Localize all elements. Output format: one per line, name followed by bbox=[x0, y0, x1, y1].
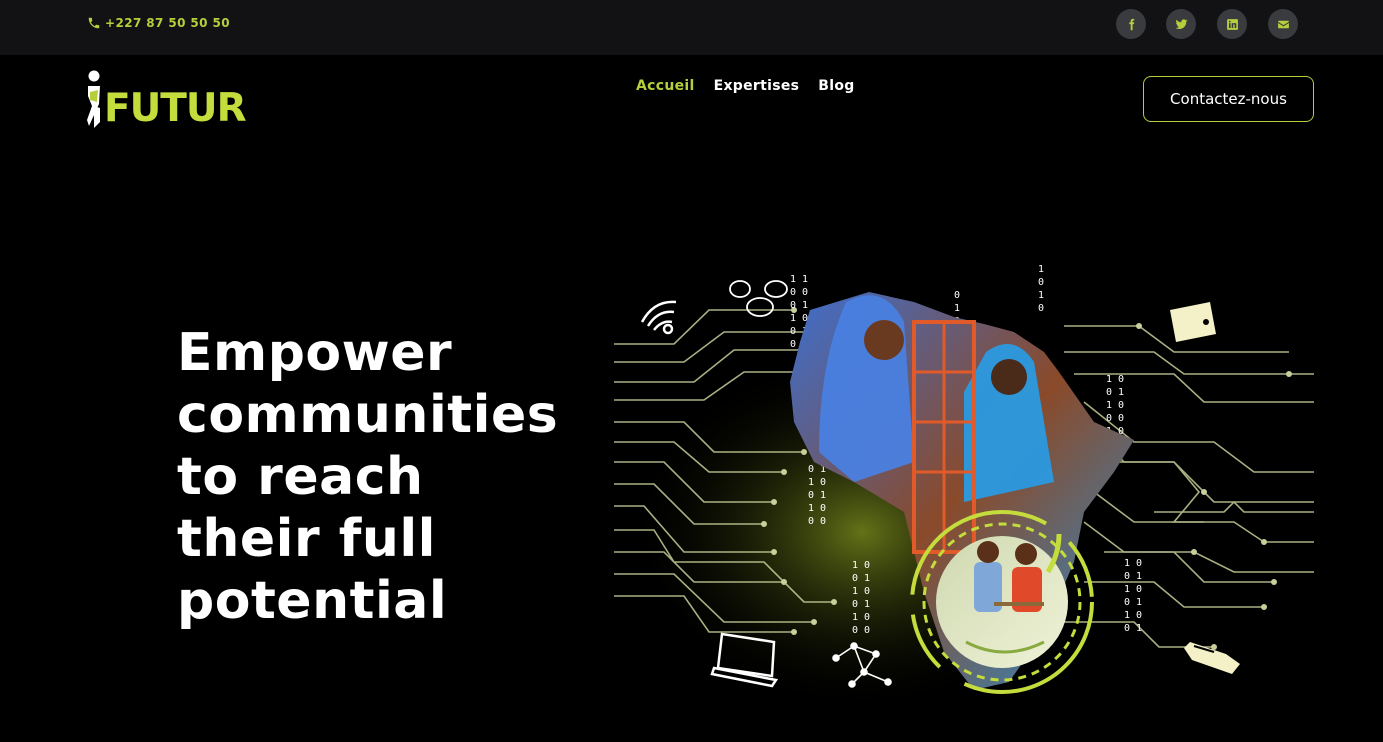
svg-text:1 0: 1 0 bbox=[1124, 610, 1142, 621]
svg-text:0 1: 0 1 bbox=[1106, 387, 1124, 398]
svg-text:0 1: 0 1 bbox=[790, 300, 808, 311]
svg-text:1 0: 1 0 bbox=[1106, 400, 1124, 411]
facebook-link[interactable] bbox=[1116, 9, 1146, 39]
phone-number: +227 87 50 50 50 bbox=[105, 16, 231, 30]
svg-text:0: 0 bbox=[954, 290, 960, 301]
svg-text:0 0: 0 0 bbox=[808, 516, 826, 527]
wifi-icon bbox=[640, 300, 677, 335]
logo-text: FUTUR bbox=[104, 86, 247, 131]
svg-text:0 1: 0 1 bbox=[852, 573, 870, 584]
hero-title-line: Empower bbox=[177, 323, 453, 383]
hero-illustration: 1 1 0 0 0 1 1 0 0 1 0 0 0 1 0 1 0 1 0 1 0 0 1 1 0 0 … bbox=[614, 264, 1314, 702]
phone-icon bbox=[88, 17, 100, 29]
svg-text:0 1: 0 1 bbox=[852, 599, 870, 610]
svg-text:1 0: 1 0 bbox=[790, 313, 808, 324]
svg-text:1 0: 1 0 bbox=[852, 612, 870, 623]
facebook-icon bbox=[1128, 18, 1134, 30]
svg-text:0: 0 bbox=[1038, 303, 1044, 314]
svg-text:1: 1 bbox=[1038, 264, 1044, 275]
svg-text:0 0: 0 0 bbox=[790, 287, 808, 298]
nav-item-expertises[interactable]: Expertises bbox=[714, 78, 800, 94]
hero-title-line: communities bbox=[177, 385, 559, 445]
nav-item-blog[interactable]: Blog bbox=[818, 78, 854, 94]
svg-text:1: 1 bbox=[954, 303, 960, 314]
linkedin-link[interactable] bbox=[1217, 9, 1247, 39]
hero-title-line: their full bbox=[177, 509, 437, 569]
nav-item-accueil[interactable]: Accueil bbox=[636, 78, 695, 94]
hero-title: Empower communities to reach their full … bbox=[177, 322, 597, 632]
hero-title-line: to reach bbox=[177, 447, 424, 507]
svg-text:0 0: 0 0 bbox=[1106, 413, 1124, 424]
linkedin-icon bbox=[1226, 18, 1238, 30]
contact-button[interactable]: Contactez-nous bbox=[1143, 76, 1314, 122]
logo-icon bbox=[87, 70, 100, 128]
wallet-icon bbox=[1170, 302, 1216, 342]
svg-text:0: 0 bbox=[1038, 277, 1044, 288]
svg-text:0 1: 0 1 bbox=[808, 490, 826, 501]
svg-text:1 0: 1 0 bbox=[852, 586, 870, 597]
svg-text:1 0: 1 0 bbox=[808, 503, 826, 514]
hero-title-line: potential bbox=[177, 571, 448, 631]
twitter-link[interactable] bbox=[1166, 9, 1196, 39]
svg-text:0 1: 0 1 bbox=[1124, 571, 1142, 582]
svg-text:1: 1 bbox=[1038, 290, 1044, 301]
svg-text:0 0: 0 0 bbox=[852, 625, 870, 636]
svg-text:1 0: 1 0 bbox=[852, 560, 870, 571]
svg-text:1 0: 1 0 bbox=[808, 477, 826, 488]
main-nav: Accueil Expertises Blog bbox=[636, 78, 855, 94]
twitter-icon bbox=[1175, 18, 1187, 29]
svg-text:0 1: 0 1 bbox=[1124, 623, 1142, 634]
svg-text:1 0: 1 0 bbox=[1124, 584, 1142, 595]
svg-text:1 1: 1 1 bbox=[790, 274, 808, 285]
svg-text:0 1: 0 1 bbox=[1124, 597, 1142, 608]
email-link[interactable] bbox=[1268, 9, 1298, 39]
svg-text:1 0: 1 0 bbox=[1106, 374, 1124, 385]
phone-contact[interactable]: +227 87 50 50 50 bbox=[87, 16, 230, 30]
top-bar: +227 87 50 50 50 bbox=[0, 0, 1383, 55]
logo[interactable]: FUTUR bbox=[86, 70, 247, 131]
svg-text:1 0: 1 0 bbox=[1124, 558, 1142, 569]
email-icon bbox=[1277, 20, 1289, 28]
